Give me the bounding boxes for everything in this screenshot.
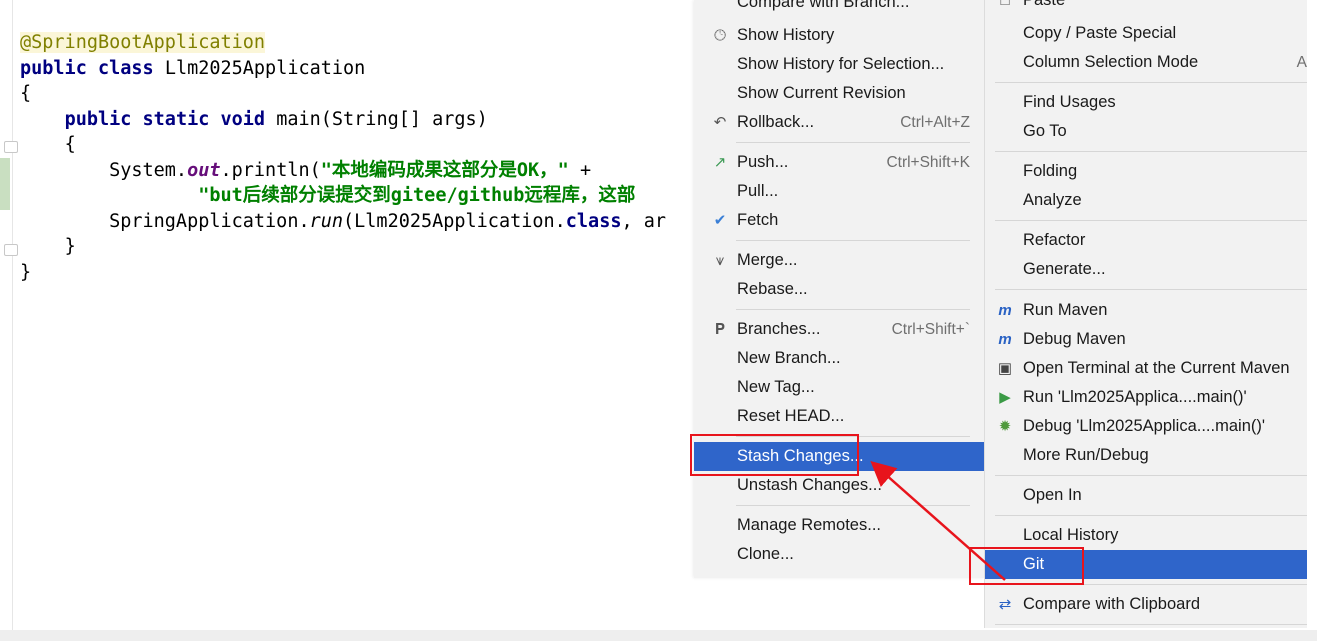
annotation-arrow xyxy=(870,461,1006,581)
